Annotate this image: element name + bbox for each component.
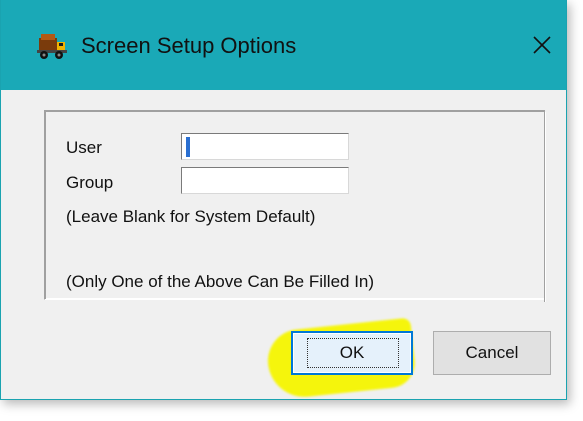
window-title: Screen Setup Options (81, 33, 297, 58)
group-input[interactable] (181, 167, 349, 194)
dump-truck-icon (37, 32, 67, 60)
close-button[interactable] (525, 28, 559, 62)
text-caret (186, 137, 190, 157)
hint-leave-blank: (Leave Blank for System Default) (66, 207, 316, 226)
group-label: Group (66, 173, 114, 192)
ok-focus-rectangle (307, 338, 399, 368)
close-icon (533, 36, 551, 54)
cancel-button[interactable]: Cancel (433, 331, 551, 375)
hint-only-one: (Only One of the Above Can Be Filled In) (66, 272, 375, 291)
user-input[interactable] (181, 133, 349, 160)
group-box-right-edge (544, 112, 546, 302)
user-label: User (66, 138, 102, 157)
title-bar[interactable]: Screen Setup Options (1, 0, 566, 90)
